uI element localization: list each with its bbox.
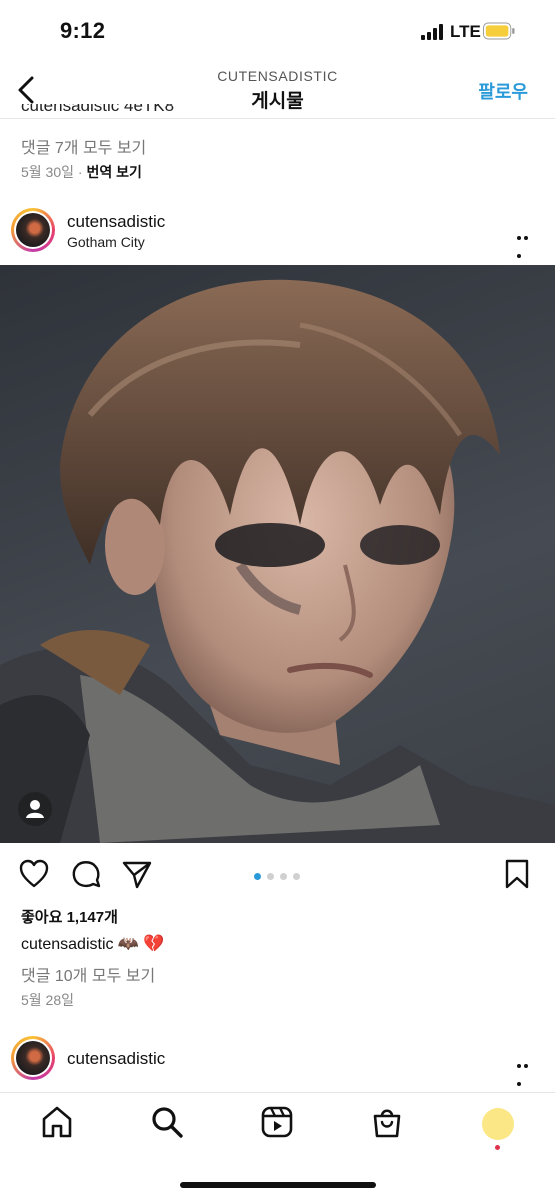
notification-dot — [495, 1145, 500, 1150]
carousel-dot — [293, 873, 300, 880]
more-options-icon[interactable] — [517, 227, 537, 258]
carousel-dot — [254, 873, 261, 880]
view-comments-link[interactable]: 댓글 10개 모두 보기 — [21, 962, 155, 986]
post-username[interactable]: cutensadistic — [67, 212, 165, 232]
header-divider — [0, 118, 555, 119]
post-date: 5월 28일 — [21, 992, 75, 1008]
signal-icon — [421, 24, 443, 40]
post-image[interactable] — [0, 265, 555, 843]
network-label: LTE — [450, 22, 481, 41]
photo-portrait — [0, 279, 555, 843]
post-location[interactable]: Gotham City — [67, 234, 145, 250]
home-icon[interactable] — [39, 1104, 75, 1140]
bookmark-icon[interactable] — [503, 858, 531, 890]
profile-avatar[interactable] — [482, 1108, 514, 1140]
follow-button[interactable]: 팔로우 — [478, 78, 528, 104]
next-post-username[interactable]: cutensadistic — [67, 1049, 165, 1069]
search-icon[interactable] — [149, 1104, 185, 1140]
avatar-image — [16, 213, 50, 247]
prev-post-date: 5월 30일 · 번역 보기 — [21, 162, 142, 182]
page-title: 게시물 — [251, 91, 304, 112]
comment-icon[interactable] — [70, 858, 102, 890]
battery-icon — [483, 22, 515, 40]
prev-view-comments-link[interactable]: 댓글 7개 모두 보기 — [21, 134, 146, 158]
carousel-dot — [267, 873, 274, 880]
reels-icon[interactable] — [259, 1104, 295, 1140]
share-icon[interactable] — [121, 858, 153, 890]
more-options-icon[interactable] — [517, 1055, 537, 1086]
caption-username[interactable]: cutensadistic — [21, 936, 114, 953]
next-post-avatar[interactable] — [11, 1036, 55, 1080]
carousel-indicator — [254, 867, 306, 885]
home-indicator[interactable] — [180, 1182, 376, 1188]
caption-emoji: 🦇 💔 — [117, 934, 165, 953]
prev-date-text: 5월 30일 — [21, 164, 75, 180]
status-time: 9:12 — [60, 18, 106, 43]
avatar-image — [16, 1041, 50, 1075]
nav-account-name: CUTENSADISTIC — [217, 68, 338, 84]
post-caption: cutensadistic 🦇 💔 — [21, 934, 165, 954]
translate-link[interactable]: 번역 보기 — [86, 164, 141, 180]
person-icon — [26, 800, 44, 818]
likes-count[interactable]: 좋아요 1,147개 — [21, 906, 118, 927]
heart-icon[interactable] — [18, 858, 50, 890]
tabbar-divider — [0, 1092, 555, 1093]
user-tag-button[interactable] — [18, 792, 52, 826]
post-avatar[interactable] — [11, 208, 55, 252]
shop-icon[interactable] — [369, 1104, 405, 1140]
carousel-dot — [280, 873, 287, 880]
